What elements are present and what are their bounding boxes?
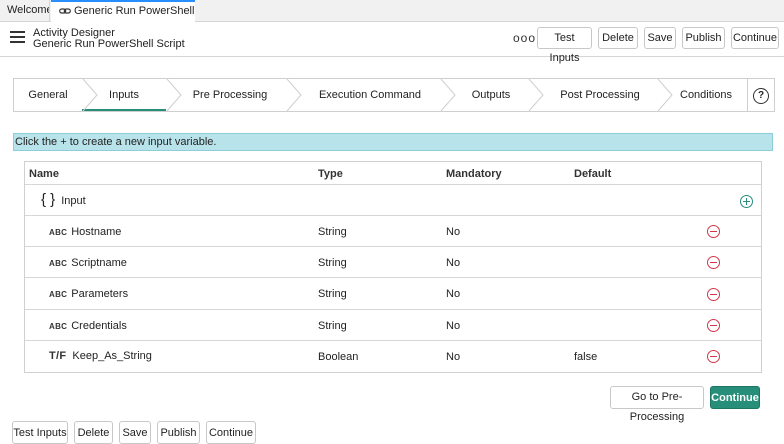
variable-type: String xyxy=(318,320,347,332)
step-execution-command[interactable]: Execution Command xyxy=(294,79,446,111)
help-button[interactable]: ? xyxy=(748,78,775,112)
continue-primary-button[interactable]: Continue xyxy=(710,386,760,409)
hamburger-menu-icon[interactable] xyxy=(10,31,25,44)
footer-publish-button[interactable]: Publish xyxy=(157,421,200,444)
step-outputs[interactable]: Outputs xyxy=(446,79,536,111)
group-label: Input xyxy=(61,195,86,207)
variable-name: Hostname xyxy=(71,226,122,238)
variable-mandatory: No xyxy=(446,351,461,363)
save-button[interactable]: Save xyxy=(644,27,676,49)
variable-name: Credentials xyxy=(71,320,127,332)
more-options-icon[interactable]: ooo xyxy=(513,31,536,45)
step-separator xyxy=(528,79,544,111)
string-type-icon: ABC xyxy=(49,228,68,237)
variable-name: Keep_As_String xyxy=(72,350,152,362)
variable-type: String xyxy=(318,288,347,300)
column-header-type: Type xyxy=(318,168,343,180)
go-to-pre-processing-button[interactable]: Go to Pre-Processing xyxy=(610,386,704,423)
table-row[interactable]: ABC Credentials String No xyxy=(25,310,761,341)
table-row[interactable]: ABC Parameters String No xyxy=(25,278,761,310)
table-header-row: Name Type Mandatory Default xyxy=(25,162,761,185)
tab-generic-label: Generic Run PowerShell Sc... xyxy=(74,5,195,17)
step-conditions[interactable]: Conditions xyxy=(664,79,748,111)
boolean-type-icon: T/F xyxy=(49,350,67,362)
string-type-icon: ABC xyxy=(49,259,68,268)
tab-bar: Welcome Generic Run PowerShell Sc... xyxy=(0,0,784,22)
step-post-processing[interactable]: Post Processing xyxy=(536,79,664,111)
step-navigation: General Inputs Pre Processing Execution … xyxy=(13,78,748,112)
step-separator xyxy=(286,79,302,111)
remove-input-icon[interactable] xyxy=(707,256,720,269)
variable-mandatory: No xyxy=(446,320,461,332)
variable-type: Boolean xyxy=(318,351,359,363)
step-pre-processing[interactable]: Pre Processing xyxy=(166,79,294,111)
variable-type: String xyxy=(318,257,347,269)
footer-continue-button[interactable]: Continue xyxy=(206,421,256,444)
link-icon xyxy=(59,8,71,14)
column-header-name: Name xyxy=(29,168,59,180)
delete-button[interactable]: Delete xyxy=(598,27,638,49)
variable-default: false xyxy=(574,351,598,363)
info-message: Click the + to create a new input variab… xyxy=(13,133,773,151)
step-separator xyxy=(440,79,456,111)
step-separator xyxy=(82,79,98,111)
page-header: Activity Designer Generic Run PowerShell… xyxy=(0,22,784,64)
string-type-icon: ABC xyxy=(49,322,68,331)
step-separator xyxy=(657,79,673,111)
table-row[interactable]: ABC Scriptname String No xyxy=(25,247,761,278)
variable-type: String xyxy=(318,226,347,238)
variable-mandatory: No xyxy=(446,226,461,238)
page-subtitle: Generic Run PowerShell Script xyxy=(33,38,185,50)
table-row[interactable]: T/F Keep_As_String Boolean No false xyxy=(25,341,761,372)
add-input-icon[interactable] xyxy=(740,195,753,208)
step-general[interactable]: General xyxy=(14,79,82,111)
remove-input-icon[interactable] xyxy=(707,288,720,301)
help-icon: ? xyxy=(753,88,769,104)
string-type-icon: ABC xyxy=(49,290,68,299)
inputs-table: Name Type Mandatory Default { } Input ABC… xyxy=(24,161,762,373)
footer-test-inputs-button[interactable]: Test Inputs xyxy=(12,421,68,444)
tab-generic-run-powershell[interactable]: Generic Run PowerShell Sc... xyxy=(51,0,195,22)
column-header-default: Default xyxy=(574,168,612,180)
remove-input-icon[interactable] xyxy=(707,225,720,238)
variable-name: Scriptname xyxy=(71,257,127,269)
publish-button[interactable]: Publish xyxy=(682,27,725,49)
tab-welcome[interactable]: Welcome xyxy=(0,0,50,21)
test-inputs-button[interactable]: Test Inputs xyxy=(537,27,592,64)
variable-mandatory: No xyxy=(446,288,461,300)
column-header-mandatory: Mandatory xyxy=(446,168,502,180)
remove-input-icon[interactable] xyxy=(707,319,720,332)
table-row[interactable]: ABC Hostname String No xyxy=(25,216,761,247)
footer-delete-button[interactable]: Delete xyxy=(74,421,113,444)
continue-button[interactable]: Continue xyxy=(731,27,779,49)
variable-mandatory: No xyxy=(446,257,461,269)
remove-input-icon[interactable] xyxy=(707,350,720,363)
input-group-row[interactable]: { } Input xyxy=(25,185,761,216)
step-separator xyxy=(166,79,182,111)
variable-name: Parameters xyxy=(71,288,129,300)
footer-save-button[interactable]: Save xyxy=(119,421,151,444)
object-braces-icon: { } xyxy=(41,191,56,208)
